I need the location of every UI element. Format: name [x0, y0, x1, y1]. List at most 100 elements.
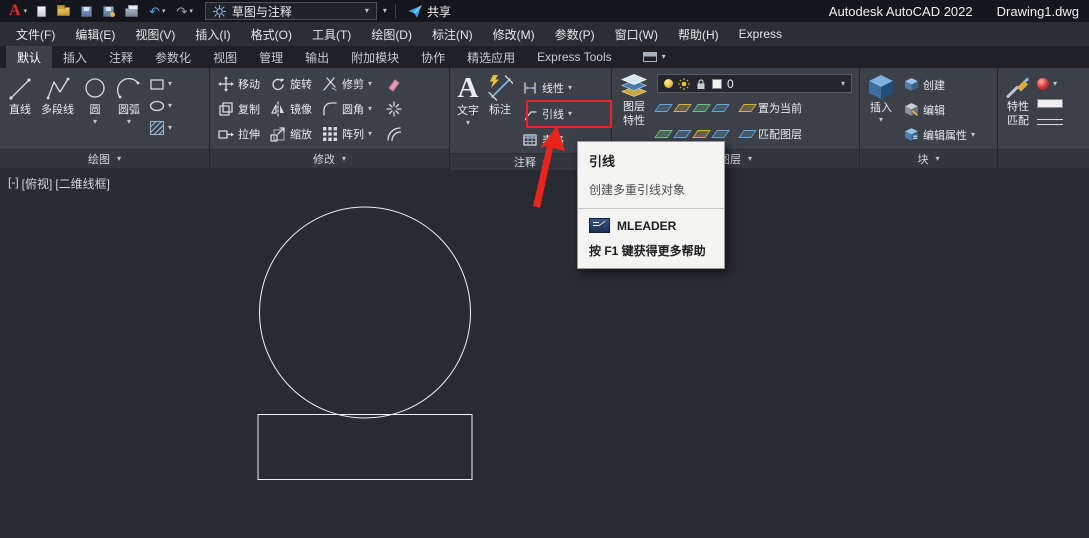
match-layer-button[interactable]: 匹配图层: [738, 126, 802, 142]
layer-tool-icon[interactable]: [673, 103, 692, 112]
edit-attributes-caret[interactable]: ▾: [971, 130, 975, 139]
trim-dropdown-caret[interactable]: ▾: [368, 79, 372, 88]
view-control[interactable]: [俯视]: [22, 175, 53, 192]
make-current-button[interactable]: 置为当前: [738, 100, 802, 116]
menu-item-modify[interactable]: 修改(M): [483, 22, 545, 46]
layer-tool-icon[interactable]: [692, 129, 711, 138]
plot-button[interactable]: [122, 4, 141, 18]
arc-dropdown-caret[interactable]: ▾: [127, 118, 131, 126]
tool-linear-dimension[interactable]: 线性 ▾: [517, 75, 577, 101]
layer-selector[interactable]: 0 ▾: [657, 74, 852, 93]
edit-block-button[interactable]: 编辑: [899, 97, 980, 122]
tab-express-tools[interactable]: Express Tools: [526, 46, 622, 68]
panel-label-properties[interactable]: [998, 149, 1089, 168]
tool-hatch[interactable]: ▾: [149, 120, 172, 136]
save-as-button[interactable]: [100, 5, 117, 18]
visual-style-control[interactable]: [二维线框]: [55, 175, 110, 192]
new-file-button[interactable]: [34, 5, 49, 18]
undo-button[interactable]: ↶ ▾: [146, 4, 168, 19]
text-dropdown-caret[interactable]: ▾: [466, 119, 470, 127]
drawing-canvas[interactable]: [-] [俯视] [二维线框]: [0, 168, 1089, 538]
tool-stretch[interactable]: 拉伸: [213, 121, 265, 146]
drawn-circle[interactable]: [259, 206, 471, 419]
share-button[interactable]: 共享: [404, 3, 455, 20]
layer-tool-icon[interactable]: [654, 129, 673, 138]
tool-explode[interactable]: [381, 96, 407, 121]
tool-trim[interactable]: 修剪 ▾: [317, 71, 377, 96]
layer-tool-icon[interactable]: [654, 103, 673, 112]
ribbon-display-toggle[interactable]: ▾: [635, 46, 674, 68]
circle-dropdown-caret[interactable]: ▾: [93, 118, 97, 126]
tab-annotate[interactable]: 注释: [98, 46, 144, 68]
redo-caret-icon[interactable]: ▾: [189, 8, 193, 15]
tab-collaborate[interactable]: 协作: [410, 46, 456, 68]
app-menu-button[interactable]: A ▾: [4, 3, 32, 19]
menu-item-insert[interactable]: 插入(I): [185, 22, 240, 46]
tool-table[interactable]: 表格: [517, 127, 577, 153]
menu-item-help[interactable]: 帮助(H): [668, 22, 729, 46]
fillet-dropdown-caret[interactable]: ▾: [368, 104, 372, 113]
panel-label-modify[interactable]: 修改 ▾: [210, 149, 449, 168]
panel-label-block[interactable]: 块 ▾: [860, 149, 997, 168]
open-file-button[interactable]: [54, 4, 73, 17]
undo-caret-icon[interactable]: ▾: [162, 8, 166, 15]
tool-offset[interactable]: [381, 121, 407, 146]
menu-item-express[interactable]: Express: [729, 22, 792, 46]
tool-rotate[interactable]: 旋转: [265, 71, 317, 96]
menu-item-dimension[interactable]: 标注(N): [422, 22, 483, 46]
lineweight-dropdown[interactable]: [1037, 117, 1063, 128]
object-color-dropdown[interactable]: ▾: [1037, 78, 1063, 90]
tab-featured-apps[interactable]: 精选应用: [456, 46, 526, 68]
tool-array[interactable]: 阵列 ▾: [317, 121, 377, 146]
layer-tool-icon[interactable]: [711, 103, 730, 112]
menu-item-edit[interactable]: 编辑(E): [65, 22, 125, 46]
menu-item-window[interactable]: 窗口(W): [605, 22, 668, 46]
menu-item-tools[interactable]: 工具(T): [302, 22, 361, 46]
menu-item-format[interactable]: 格式(O): [241, 22, 302, 46]
insert-block-button[interactable]: 插入 ▾: [863, 70, 899, 149]
tab-view[interactable]: 视图: [202, 46, 248, 68]
menu-item-parametric[interactable]: 参数(P): [545, 22, 605, 46]
rectangle-dropdown-caret[interactable]: ▾: [168, 80, 172, 88]
leader-dropdown-caret[interactable]: ▾: [568, 110, 572, 118]
layer-properties-button[interactable]: 图层 特性: [615, 70, 653, 149]
qat-customize-caret[interactable]: ▾: [383, 7, 387, 15]
hatch-dropdown-caret[interactable]: ▾: [168, 124, 172, 132]
tool-fillet[interactable]: 圆角 ▾: [317, 96, 377, 121]
tool-erase[interactable]: [381, 71, 407, 96]
tab-home[interactable]: 默认: [6, 46, 53, 68]
linetype-dropdown[interactable]: [1037, 99, 1063, 108]
tool-copy[interactable]: 复制: [213, 96, 265, 121]
ellipse-dropdown-caret[interactable]: ▾: [168, 102, 172, 110]
linear-dropdown-caret[interactable]: ▾: [568, 84, 572, 92]
insert-dropdown-caret[interactable]: ▾: [879, 116, 883, 124]
create-block-button[interactable]: 创建: [899, 72, 980, 97]
tool-arc[interactable]: 圆弧 ▾: [112, 70, 146, 149]
tab-insert[interactable]: 插入: [52, 46, 98, 68]
edit-attributes-button[interactable]: 编辑属性 ▾: [899, 122, 980, 147]
save-button[interactable]: [78, 5, 95, 18]
tool-polyline[interactable]: 多段线: [37, 70, 78, 149]
array-dropdown-caret[interactable]: ▾: [368, 129, 372, 138]
viewport-menu-control[interactable]: [-]: [8, 175, 19, 192]
tab-output[interactable]: 输出: [294, 46, 340, 68]
redo-button[interactable]: ↷ ▾: [174, 4, 196, 19]
tab-manage[interactable]: 管理: [248, 46, 294, 68]
workspace-selector[interactable]: 草图与注释 ▾: [204, 2, 377, 20]
tab-addins[interactable]: 附加模块: [340, 46, 410, 68]
tool-move[interactable]: 移动: [213, 71, 265, 96]
tool-circle[interactable]: 圆 ▾: [78, 70, 112, 149]
tool-ellipse[interactable]: ▾: [149, 98, 172, 114]
menu-item-view[interactable]: 视图(V): [125, 22, 185, 46]
menu-item-draw[interactable]: 绘图(D): [361, 22, 422, 46]
menu-item-file[interactable]: 文件(F): [6, 22, 65, 46]
panel-label-draw[interactable]: 绘图 ▾: [0, 149, 209, 168]
layer-dropdown-caret[interactable]: ▾: [841, 79, 845, 88]
tool-text[interactable]: 文字 ▾: [453, 70, 483, 153]
tool-line[interactable]: 直线: [3, 70, 37, 149]
drawn-rectangle[interactable]: [257, 414, 473, 480]
layer-tool-icon[interactable]: [673, 129, 692, 138]
tool-multileader[interactable]: 引线 ▾: [517, 101, 577, 127]
tool-dimension[interactable]: 标注: [483, 70, 517, 153]
tool-scale[interactable]: 缩放: [265, 121, 317, 146]
